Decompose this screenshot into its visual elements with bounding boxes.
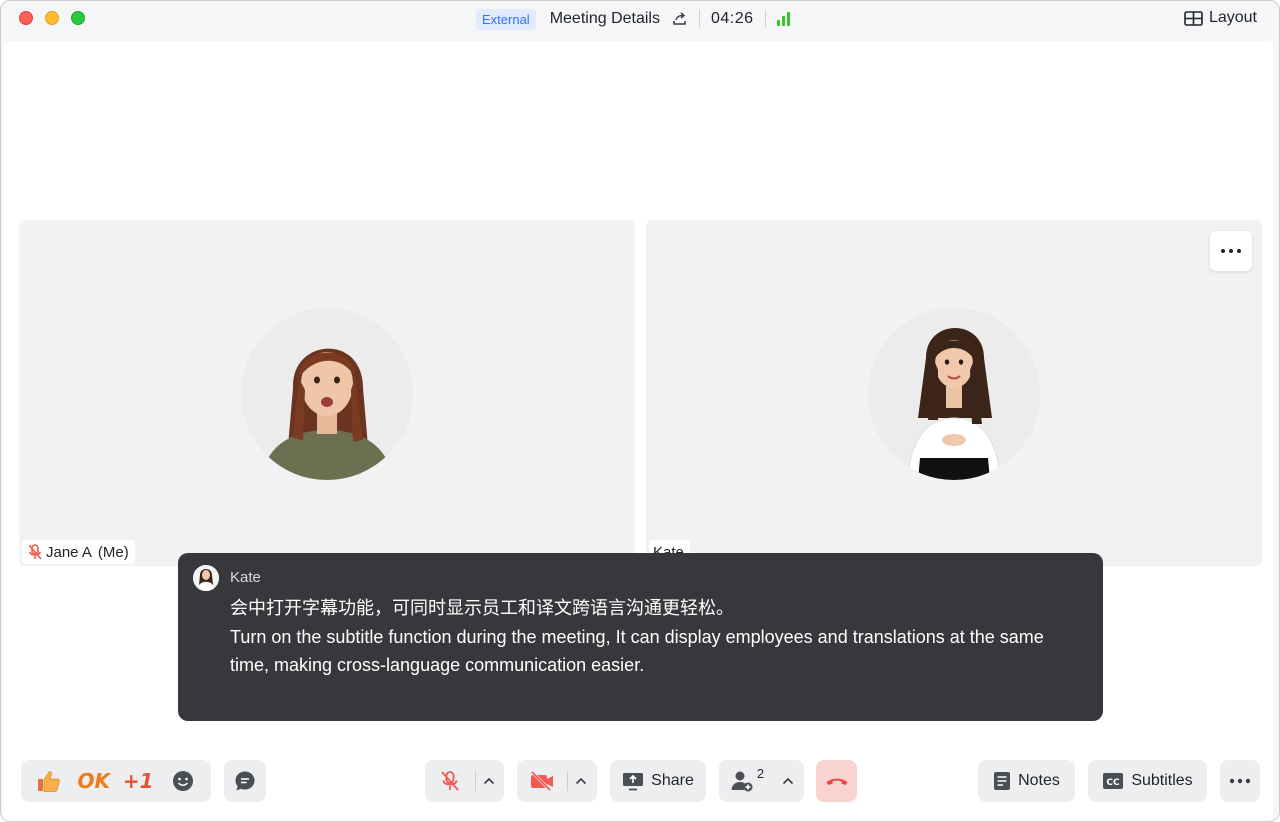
plus-one-reaction-label: +1 [122,769,154,793]
add-participant-icon [731,771,753,792]
share-screen-content: Share [622,760,694,802]
participant-tile-kate[interactable]: Kate [646,220,1262,566]
ok-reaction-label: OK [77,769,111,793]
close-window-button[interactable] [19,11,33,25]
subtitle-line-en: Turn on the subtitle function during the… [230,627,1044,675]
layout-label: Layout [1208,9,1257,26]
meeting-window: External Meeting Details 04:26 Layout Ja… [0,0,1280,822]
layout-button[interactable]: Layout [1184,9,1257,27]
leave-meeting-button[interactable] [816,760,857,802]
participants-group: 2 [719,760,804,802]
camera-group [517,760,597,802]
meeting-toolbar: OK +1 Share 2 Notes CC Subtitles [1,757,1279,805]
mic-off-icon [441,771,459,791]
video-options-button[interactable] [568,760,594,802]
subtitle-line-zh: 会中打开字幕功能，可同时显示员工和译文跨语言沟通更轻松。 [230,598,734,619]
layout-grid-icon [1184,10,1203,26]
chevron-up-icon [575,777,587,785]
subtitle-text: 会中打开字幕功能，可同时显示员工和译文跨语言沟通更轻松。 Turn on the… [230,595,1080,679]
participants-options-button[interactable] [775,760,801,802]
notes-label: Notes [1018,772,1060,789]
avatar [241,308,413,480]
chevron-up-icon [782,777,794,785]
reactions-group: OK +1 [21,760,211,802]
minimize-window-button[interactable] [45,11,59,25]
subtitle-panel: Kate 会中打开字幕功能，可同时显示员工和译文跨语言沟通更轻松。 Turn o… [178,553,1103,721]
screen-share-icon [623,773,644,791]
meeting-timer: 04:26 [710,10,754,27]
title-divider [698,10,700,28]
tile-more-button[interactable] [1210,231,1252,271]
meeting-details-link[interactable]: Meeting Details [550,10,660,28]
meeting-info: External Meeting Details 04:26 [476,8,790,30]
avatar [868,308,1040,480]
more-icon [1229,778,1251,784]
camera-toggle-button[interactable] [517,760,567,802]
notes-button[interactable]: Notes [978,760,1075,802]
thumbs-up-reaction-button[interactable] [29,760,69,802]
emoji-picker-button[interactable] [163,760,203,802]
notes-content: Notes [993,760,1060,802]
subtitle-speaker: Kate [230,569,261,586]
subtitles-button[interactable]: CC Subtitles [1088,760,1207,802]
camera-off-icon [530,771,553,791]
phone-hangup-icon [826,778,847,785]
mic-group [425,760,504,802]
signal-strength-icon[interactable] [776,12,790,26]
chevron-up-icon [483,777,495,785]
title-divider [764,10,766,28]
smiley-icon [172,771,193,791]
svg-text:CC: CC [1107,778,1121,788]
audio-options-button[interactable] [476,760,502,802]
zoom-window-button[interactable] [71,11,85,25]
ok-reaction-button[interactable]: OK [74,760,114,802]
subtitles-content: CC Subtitles [1102,760,1193,802]
participants-count: 2 [756,765,765,781]
share-screen-button[interactable]: Share [610,760,706,802]
subtitles-label: Subtitles [1131,772,1193,789]
title-bar: External Meeting Details 04:26 Layout [1,1,1279,39]
mic-off-icon [28,544,42,560]
participants-button[interactable]: 2 [719,760,775,802]
mute-toggle-button[interactable] [425,760,475,802]
more-options-button[interactable] [1220,760,1260,802]
share-label: Share [651,772,694,789]
thumbs-up-icon [38,771,61,792]
notes-icon [994,772,1011,790]
external-badge: External [476,8,536,30]
cc-icon: CC [1103,773,1124,789]
participant-tile-jane[interactable]: Jane A (Me) [19,220,635,566]
participant-name-tag: Jane A (Me) [22,540,135,564]
plus-one-reaction-button[interactable]: +1 [118,760,158,802]
participant-name: Jane A [46,543,92,561]
chat-bubble-icon [235,771,255,791]
participant-me-suffix: (Me) [97,543,129,561]
share-out-icon[interactable] [672,11,688,27]
avatar [193,565,219,591]
chat-button[interactable] [224,760,266,802]
window-controls [19,11,85,25]
